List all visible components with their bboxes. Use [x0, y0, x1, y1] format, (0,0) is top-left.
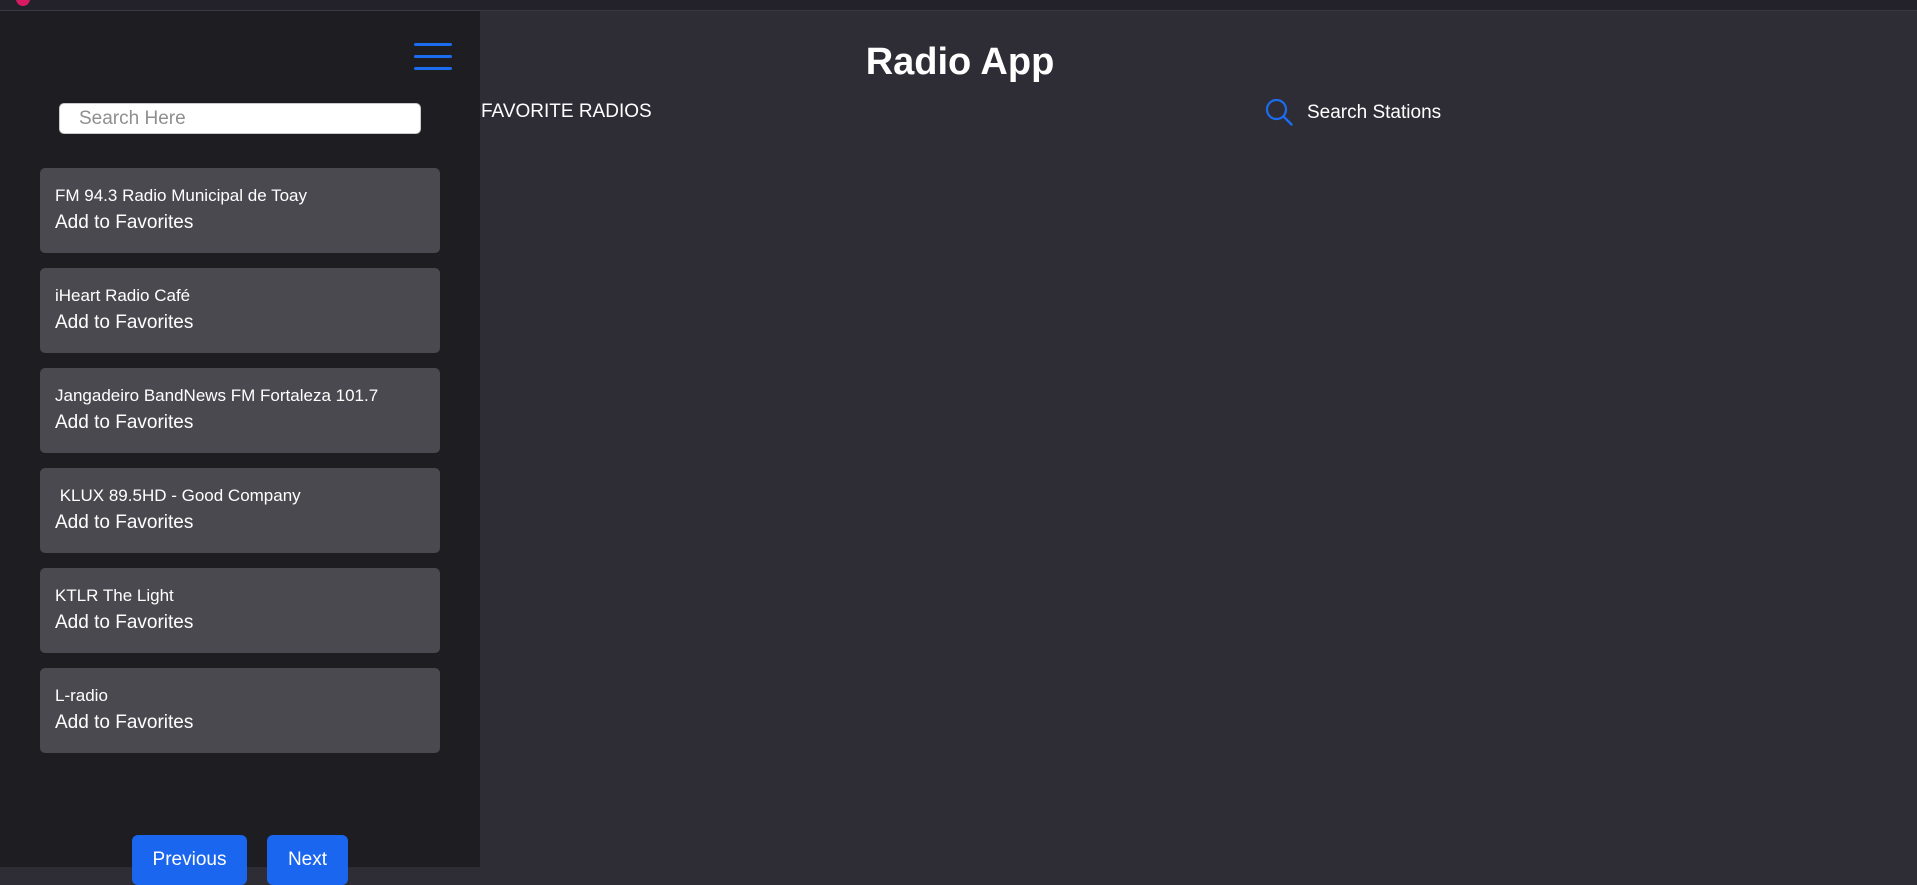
station-card[interactable]: KTLR The Light Add to Favorites: [40, 568, 440, 653]
favorite-radios-link[interactable]: FAVORITE RADIOS: [481, 100, 652, 124]
station-name: L-radio: [55, 686, 108, 705]
sidebar-search-input[interactable]: [59, 103, 421, 134]
station-card[interactable]: FM 94.3 Radio Municipal de Toay Add to F…: [40, 168, 440, 253]
hamburger-line: [414, 67, 452, 70]
next-button[interactable]: Next: [267, 835, 348, 885]
add-to-favorites-button[interactable]: Add to Favorites: [55, 211, 425, 235]
station-card[interactable]: L-radio Add to Favorites: [40, 668, 440, 753]
sidebar: FM 94.3 Radio Municipal de Toay Add to F…: [0, 11, 480, 885]
add-to-favorites-button[interactable]: Add to Favorites: [55, 511, 425, 535]
app-title: Radio App: [865, 41, 1055, 83]
station-name: KLUX 89.5HD - Good Company: [55, 486, 301, 505]
station-name: iHeart Radio Café: [55, 286, 191, 305]
station-name: FM 94.3 Radio Municipal de Toay: [55, 186, 307, 205]
browser-top-strip: [0, 0, 1917, 11]
hamburger-icon[interactable]: [412, 39, 456, 73]
station-card[interactable]: KLUX 89.5HD - Good Company Add to Favori…: [40, 468, 440, 553]
station-name: KTLR The Light: [55, 586, 174, 605]
add-to-favorites-button[interactable]: Add to Favorites: [55, 411, 425, 435]
hamburger-line: [414, 43, 452, 46]
station-name: Jangadeiro BandNews FM Fortaleza 101.7: [55, 386, 379, 405]
station-card[interactable]: Jangadeiro BandNews FM Fortaleza 101.7 A…: [40, 368, 440, 453]
station-list: FM 94.3 Radio Municipal de Toay Add to F…: [40, 168, 440, 768]
station-card[interactable]: iHeart Radio Café Add to Favorites: [40, 268, 440, 353]
add-to-favorites-button[interactable]: Add to Favorites: [55, 311, 425, 335]
add-to-favorites-button[interactable]: Add to Favorites: [55, 611, 425, 635]
search-icon: [1265, 98, 1293, 126]
add-to-favorites-button[interactable]: Add to Favorites: [55, 711, 425, 735]
previous-button[interactable]: Previous: [132, 835, 247, 885]
search-stations-label: Search Stations: [1307, 102, 1442, 123]
search-stations-link[interactable]: Search Stations: [1264, 96, 1441, 128]
hamburger-line: [414, 55, 452, 58]
tab-favicon: [16, 0, 30, 6]
